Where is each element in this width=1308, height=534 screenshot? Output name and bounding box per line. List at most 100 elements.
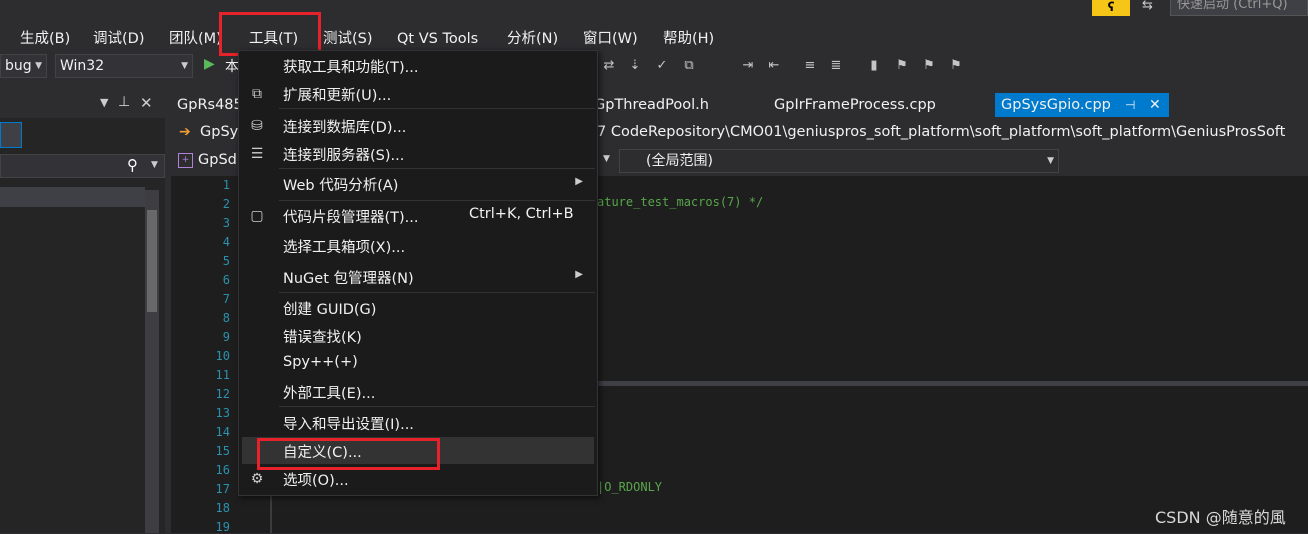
close-icon[interactable]: ✕ (140, 94, 153, 112)
platform-combo[interactable]: Win32 ▼ (55, 54, 193, 78)
config-combo[interactable]: bug ▼ (0, 54, 47, 78)
menu-item-label: 扩展和更新(U)... (283, 88, 392, 104)
gear-icon: ⚙ (250, 471, 264, 487)
bookmark-clear-icon[interactable]: ⚑ (946, 56, 966, 76)
arrow-right-icon: ➔ (179, 124, 191, 140)
snippet-icon: ▢ (250, 208, 264, 224)
search-icon[interactable]: ⚲ (127, 156, 138, 174)
feedback-smile-icon[interactable]: ʕ (1092, 0, 1130, 16)
chevron-down-icon[interactable]: ▼ (151, 160, 158, 170)
close-icon[interactable]: ✕ (1149, 93, 1161, 117)
submenu-arrow-icon: ▶ (575, 176, 583, 187)
scrollbar-thumb[interactable] (147, 210, 157, 312)
outdent-icon[interactable]: ⇤ (764, 56, 784, 76)
menu-item-5[interactable]: ▢ 代码片段管理器(T)... Ctrl+K, Ctrl+B (239, 202, 597, 230)
indent-icon[interactable]: ⇥ (738, 56, 758, 76)
scope-combo[interactable]: (全局范围) ▼ (619, 149, 1059, 173)
menu-item-label: NuGet 包管理器(N) (283, 271, 414, 287)
menu-item-label: 连接到数据库(D)... (283, 120, 407, 136)
menu-item-11[interactable]: 外部工具(E)... (239, 378, 597, 406)
line-number: 11 (215, 368, 230, 382)
menu-item-6[interactable]: 选择工具箱项(X)... (239, 232, 597, 260)
line-number: 16 (215, 463, 230, 477)
panel-search-input[interactable]: ⚲ ▼ (0, 154, 165, 178)
tab-gpsysgpio[interactable]: GpSysGpio.cpp ⊣ ✕ (995, 93, 1169, 117)
toolbar-action-icon[interactable]: ⧉ (679, 56, 699, 76)
chevron-down-icon: ▼ (181, 61, 188, 71)
config-value: bug (5, 58, 32, 74)
menu-item-0[interactable]: 获取工具和功能(T)... (239, 52, 597, 80)
uncomment-icon[interactable]: ≣ (826, 56, 846, 76)
menu-item-3[interactable]: ☰ 连接到服务器(S)... (239, 140, 597, 168)
menu-analyze[interactable]: 分析(N) (507, 28, 558, 50)
panel-header: ▼ ⊥ ✕ (0, 92, 165, 118)
panel-row[interactable] (0, 187, 145, 207)
menu-item-12[interactable]: 导入和导出设置(I)... (239, 409, 597, 437)
tab-gpthreadpool[interactable]: GpThreadPool.h (588, 93, 758, 117)
project-icon: + (178, 153, 193, 168)
menu-window[interactable]: 窗口(W) (583, 28, 638, 50)
menu-item-label: 选项(O)... (283, 473, 349, 489)
menu-item-1[interactable]: ⧉ 扩展和更新(U)... (239, 80, 597, 108)
menu-item-2[interactable]: ⛁ 连接到数据库(D)... (239, 112, 597, 140)
menu-item-9[interactable]: 错误查找(K) (239, 322, 597, 350)
menu-build[interactable]: 生成(B) (20, 28, 70, 50)
file-label[interactable]: GpSy (200, 124, 238, 140)
line-number: 1 (222, 178, 230, 192)
submenu-arrow-icon: ▶ (575, 269, 583, 280)
line-number: 8 (222, 311, 230, 325)
menu-item-label: 外部工具(E)... (283, 386, 376, 402)
spellcheck-icon[interactable]: ✓ (652, 56, 672, 76)
menu-separator (279, 108, 595, 109)
toolbar-action-icon[interactable]: ⇣ (625, 56, 645, 76)
tab-label: GpSysGpio.cpp (1001, 97, 1111, 113)
share-icon[interactable]: ⇆ (1142, 0, 1160, 14)
quick-launch-input[interactable]: 快速启动 (Ctrl+Q) (1170, 0, 1308, 16)
line-number: 2 (222, 197, 230, 211)
database-icon: ⛁ (251, 118, 263, 134)
file-path: 7 CodeRepository\CMO01\geniuspros_soft_p… (597, 124, 1286, 140)
scope-file[interactable]: GpSd (198, 152, 237, 168)
bookmark-next-icon[interactable]: ⚑ (919, 56, 939, 76)
pin-icon[interactable]: ⊣ (1125, 93, 1135, 117)
scope-value: (全局范围) (646, 153, 713, 169)
toolbar-action-icon[interactable]: ⇄ (599, 56, 619, 76)
menu-item-label: 代码片段管理器(T)... (283, 210, 419, 226)
line-number: 3 (222, 216, 230, 230)
chevron-down-icon: ▼ (35, 61, 42, 71)
code-line-17: |O_RDONLY (597, 480, 663, 494)
line-number: 14 (215, 425, 230, 439)
line-number: 5 (222, 254, 230, 268)
menu-test[interactable]: 测试(S) (323, 28, 373, 50)
menu-item-7[interactable]: NuGet 包管理器(N) ▶ (239, 263, 597, 291)
start-debug-icon[interactable]: ▶ (204, 56, 215, 72)
chevron-down-icon[interactable]: ▼ (603, 154, 610, 164)
menu-item-label: 导入和导出设置(I)... (283, 417, 414, 433)
line-number: 4 (222, 235, 230, 249)
bookmark-icon[interactable]: ▮ (864, 56, 884, 76)
editor-splitter[interactable] (597, 381, 1308, 386)
line-number: 15 (215, 444, 230, 458)
pin-icon[interactable]: ⊥ (118, 94, 130, 110)
menu-item-label: Web 代码分析(A) (283, 178, 399, 194)
tab-gprs485[interactable]: GpRs485 (171, 93, 243, 117)
menu-item-10[interactable]: Spy++(+) (239, 350, 597, 378)
code-line-2: ature_test_macros(7) */ (597, 195, 764, 209)
menu-debug[interactable]: 调试(D) (93, 28, 144, 50)
server-icon: ☰ (250, 146, 264, 162)
watermark: CSDN @随意的風 (1155, 508, 1286, 527)
menu-item-4[interactable]: Web 代码分析(A) ▶ (239, 170, 597, 198)
menu-qt-vs-tools[interactable]: Qt VS Tools (397, 28, 478, 50)
menu-separator (279, 406, 595, 407)
panel-toolbar-item[interactable] (0, 122, 22, 148)
bookmark-prev-icon[interactable]: ⚑ (892, 56, 912, 76)
menu-team[interactable]: 团队(M) (169, 28, 222, 50)
menu-help[interactable]: 帮助(H) (663, 28, 714, 50)
menu-item-8[interactable]: 创建 GUID(G) (239, 294, 597, 322)
panel-menu-icon[interactable]: ▼ (100, 96, 108, 109)
run-button-label[interactable]: 本 (225, 56, 239, 76)
comment-icon[interactable]: ≡ (800, 56, 820, 76)
line-number: 10 (215, 349, 230, 363)
tab-gpirframeprocess[interactable]: GpIrFrameProcess.cpp (768, 93, 983, 117)
menu-item-label: 错误查找(K) (283, 330, 362, 346)
